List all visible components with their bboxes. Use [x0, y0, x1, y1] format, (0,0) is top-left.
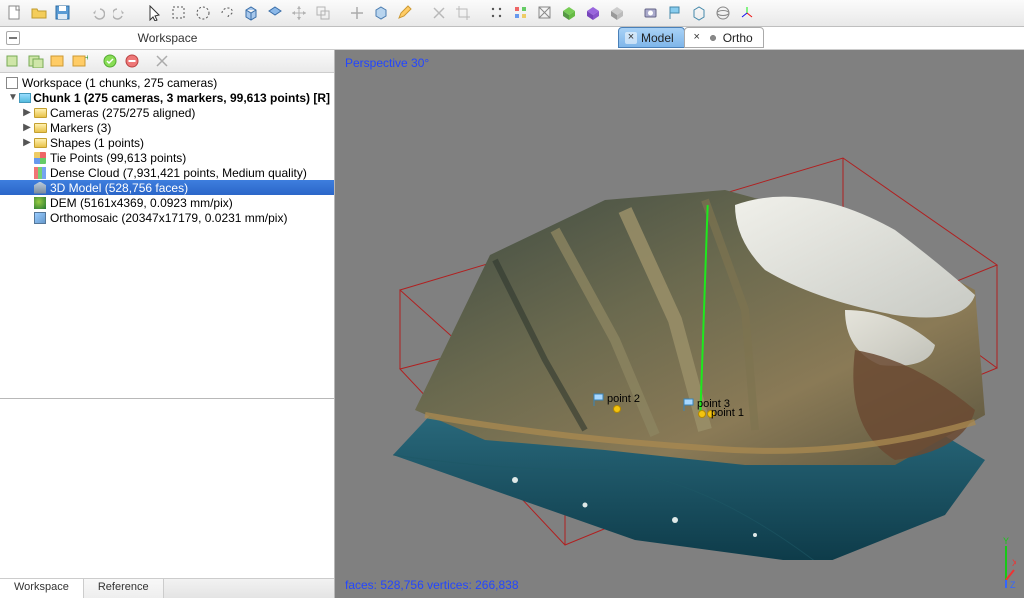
show-markers-icon[interactable]	[664, 2, 686, 24]
tab-strip: Workspace × Model × Ortho	[0, 27, 1024, 50]
tree-chunk[interactable]: ▼ Chunk 1 (275 cameras, 3 markers, 99,61…	[0, 90, 334, 105]
add-folder-icon[interactable]: +	[70, 51, 90, 71]
workspace-panel-title: Workspace	[0, 27, 335, 49]
chunk-icon	[18, 91, 31, 105]
crop-icon[interactable]	[452, 2, 474, 24]
textured-view-icon[interactable]	[606, 2, 628, 24]
tree-densecloud[interactable]: Dense Cloud (7,931,421 points, Medium qu…	[0, 165, 334, 180]
left-panel: + Workspace (1 chunks, 275 cameras) ▼ Ch…	[0, 50, 335, 598]
expand-arrow-icon[interactable]: ▶	[22, 107, 32, 118]
minimize-panel-icon[interactable]	[6, 31, 20, 45]
enable-icon[interactable]	[100, 51, 120, 71]
axis-gizmo: Y X Z	[962, 536, 1016, 590]
marker-point-2[interactable]: point 2	[593, 393, 640, 413]
scale-icon[interactable]	[312, 2, 334, 24]
flag-icon	[593, 393, 607, 407]
show-region-icon[interactable]	[688, 2, 710, 24]
new-icon[interactable]	[4, 2, 26, 24]
orthomosaic-tab-icon	[707, 32, 719, 44]
undo-icon[interactable]	[86, 2, 108, 24]
svg-text:X: X	[1012, 558, 1016, 568]
shaded-view-icon[interactable]	[582, 2, 604, 24]
tab-ortho[interactable]: × Ortho	[684, 27, 764, 48]
delete-icon[interactable]	[428, 2, 450, 24]
save-icon[interactable]	[52, 2, 74, 24]
solid-view-icon[interactable]	[558, 2, 580, 24]
tab-reference[interactable]: Reference	[84, 579, 164, 598]
tree-orthomosaic[interactable]: Orthomosaic (20347x17179, 0.0231 mm/pix)	[0, 210, 334, 225]
open-icon[interactable]	[28, 2, 50, 24]
add-chunk-icon[interactable]	[4, 51, 24, 71]
dense-view-icon[interactable]	[510, 2, 532, 24]
folder-icon	[32, 121, 48, 135]
tree-dem[interactable]: DEM (5161x4369, 0.0923 mm/pix)	[0, 195, 334, 210]
show-axes-icon[interactable]	[736, 2, 758, 24]
densecloud-icon	[32, 166, 48, 180]
disable-icon[interactable]	[122, 51, 142, 71]
mesh-stats: faces: 528,756 vertices: 266,838	[345, 578, 519, 592]
lower-panel	[0, 398, 334, 578]
terrain-mesh	[375, 160, 1005, 560]
points-view-icon[interactable]	[486, 2, 508, 24]
workspace-tree[interactable]: Workspace (1 chunks, 275 cameras) ▼ Chun…	[0, 73, 334, 398]
redo-icon[interactable]	[110, 2, 132, 24]
region-icon[interactable]	[264, 2, 286, 24]
tree-shapes[interactable]: ▶ Shapes (1 points)	[0, 135, 334, 150]
box-3d-icon[interactable]	[240, 2, 262, 24]
bottom-tabs: Workspace Reference	[0, 578, 334, 598]
circle-select-icon[interactable]	[192, 2, 214, 24]
plus-icon[interactable]	[346, 2, 368, 24]
marker-dot-icon	[613, 405, 621, 413]
ruler-icon[interactable]	[370, 2, 392, 24]
workspace-toolbar: +	[0, 50, 334, 73]
tab-label: Ortho	[723, 31, 753, 45]
orthomosaic-icon	[32, 211, 48, 225]
dem-icon	[32, 196, 48, 210]
tab-workspace[interactable]: Workspace	[0, 579, 84, 598]
tree-cameras[interactable]: ▶ Cameras (275/275 aligned)	[0, 105, 334, 120]
tab-label: Model	[641, 31, 674, 45]
show-trackball-icon[interactable]	[712, 2, 734, 24]
workspace-icon	[4, 76, 20, 90]
svg-text:Z: Z	[1010, 580, 1016, 590]
remove-icon[interactable]	[152, 51, 172, 71]
rect-select-icon[interactable]	[168, 2, 190, 24]
tiepoints-icon	[32, 151, 48, 165]
pencil-icon[interactable]	[394, 2, 416, 24]
show-cameras-icon[interactable]	[640, 2, 662, 24]
svg-text:Y: Y	[1003, 536, 1009, 546]
add-photos-icon[interactable]	[48, 51, 68, 71]
pointer-icon[interactable]	[144, 2, 166, 24]
tree-3dmodel[interactable]: 3D Model (528,756 faces)	[0, 180, 334, 195]
tab-model[interactable]: × Model	[618, 27, 685, 48]
model-icon	[32, 181, 48, 195]
marker-point-1[interactable]: point 1	[695, 407, 744, 419]
wire-view-icon[interactable]	[534, 2, 556, 24]
viewport-3d[interactable]: Perspective 30°	[335, 50, 1024, 598]
close-tab-icon[interactable]: ×	[691, 32, 703, 44]
main-toolbar	[0, 0, 1024, 27]
lasso-select-icon[interactable]	[216, 2, 238, 24]
close-tab-icon[interactable]: ×	[625, 32, 637, 44]
folder-icon	[32, 136, 48, 150]
add-chunk2-icon[interactable]	[26, 51, 46, 71]
collapse-arrow-icon[interactable]: ▼	[8, 92, 18, 103]
folder-icon	[32, 106, 48, 120]
tree-markers[interactable]: ▶ Markers (3)	[0, 120, 334, 135]
expand-arrow-icon[interactable]: ▶	[22, 137, 32, 148]
expand-arrow-icon[interactable]: ▶	[22, 122, 32, 133]
tree-tiepoints[interactable]: Tie Points (99,613 points)	[0, 150, 334, 165]
tree-workspace[interactable]: Workspace (1 chunks, 275 cameras)	[0, 75, 334, 90]
move-icon[interactable]	[288, 2, 310, 24]
svg-text:+: +	[85, 54, 88, 62]
